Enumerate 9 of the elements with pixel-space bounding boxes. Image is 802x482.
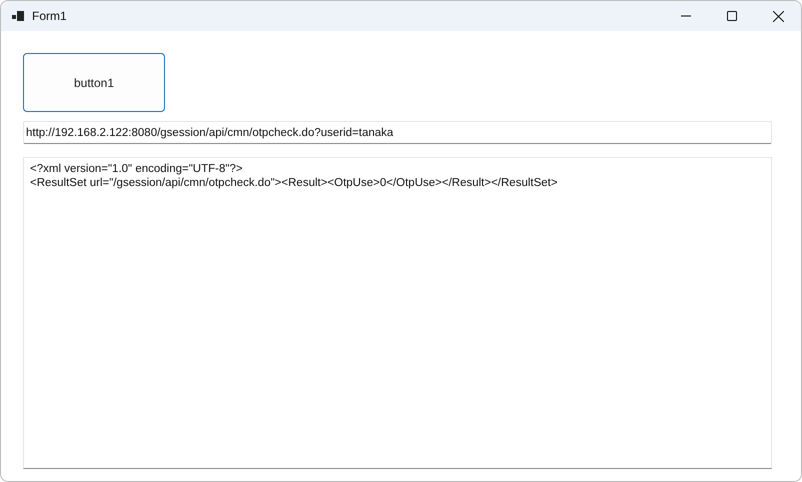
response-text-area[interactable]: <?xml version="1.0" encoding="UTF-8"?> <ResultSet url="/gsession/api/cmn/otpcheck.do"><Result><OtpUse>0</OtpUse></Result></ResultSet>: [23, 157, 772, 469]
app-icon: [12, 10, 24, 22]
maximize-icon[interactable]: [727, 11, 737, 21]
button1-button[interactable]: button1: [23, 53, 165, 112]
url-field[interactable]: http://192.168.2.122:8080/gsession/api/cmn/otpcheck.do?userid=tanaka: [23, 121, 772, 144]
xml-text-line: <ResultSet url="/gsession/api/cmn/otpcheck.do"><Result><OtpUse>0</OtpUse></Result></ResultSet>: [30, 176, 559, 190]
xml-text-line: <?xml version="1.0" encoding="UTF-8"?>: [30, 162, 244, 176]
close-icon[interactable]: [772, 10, 784, 22]
window-title: Form1: [32, 9, 67, 23]
